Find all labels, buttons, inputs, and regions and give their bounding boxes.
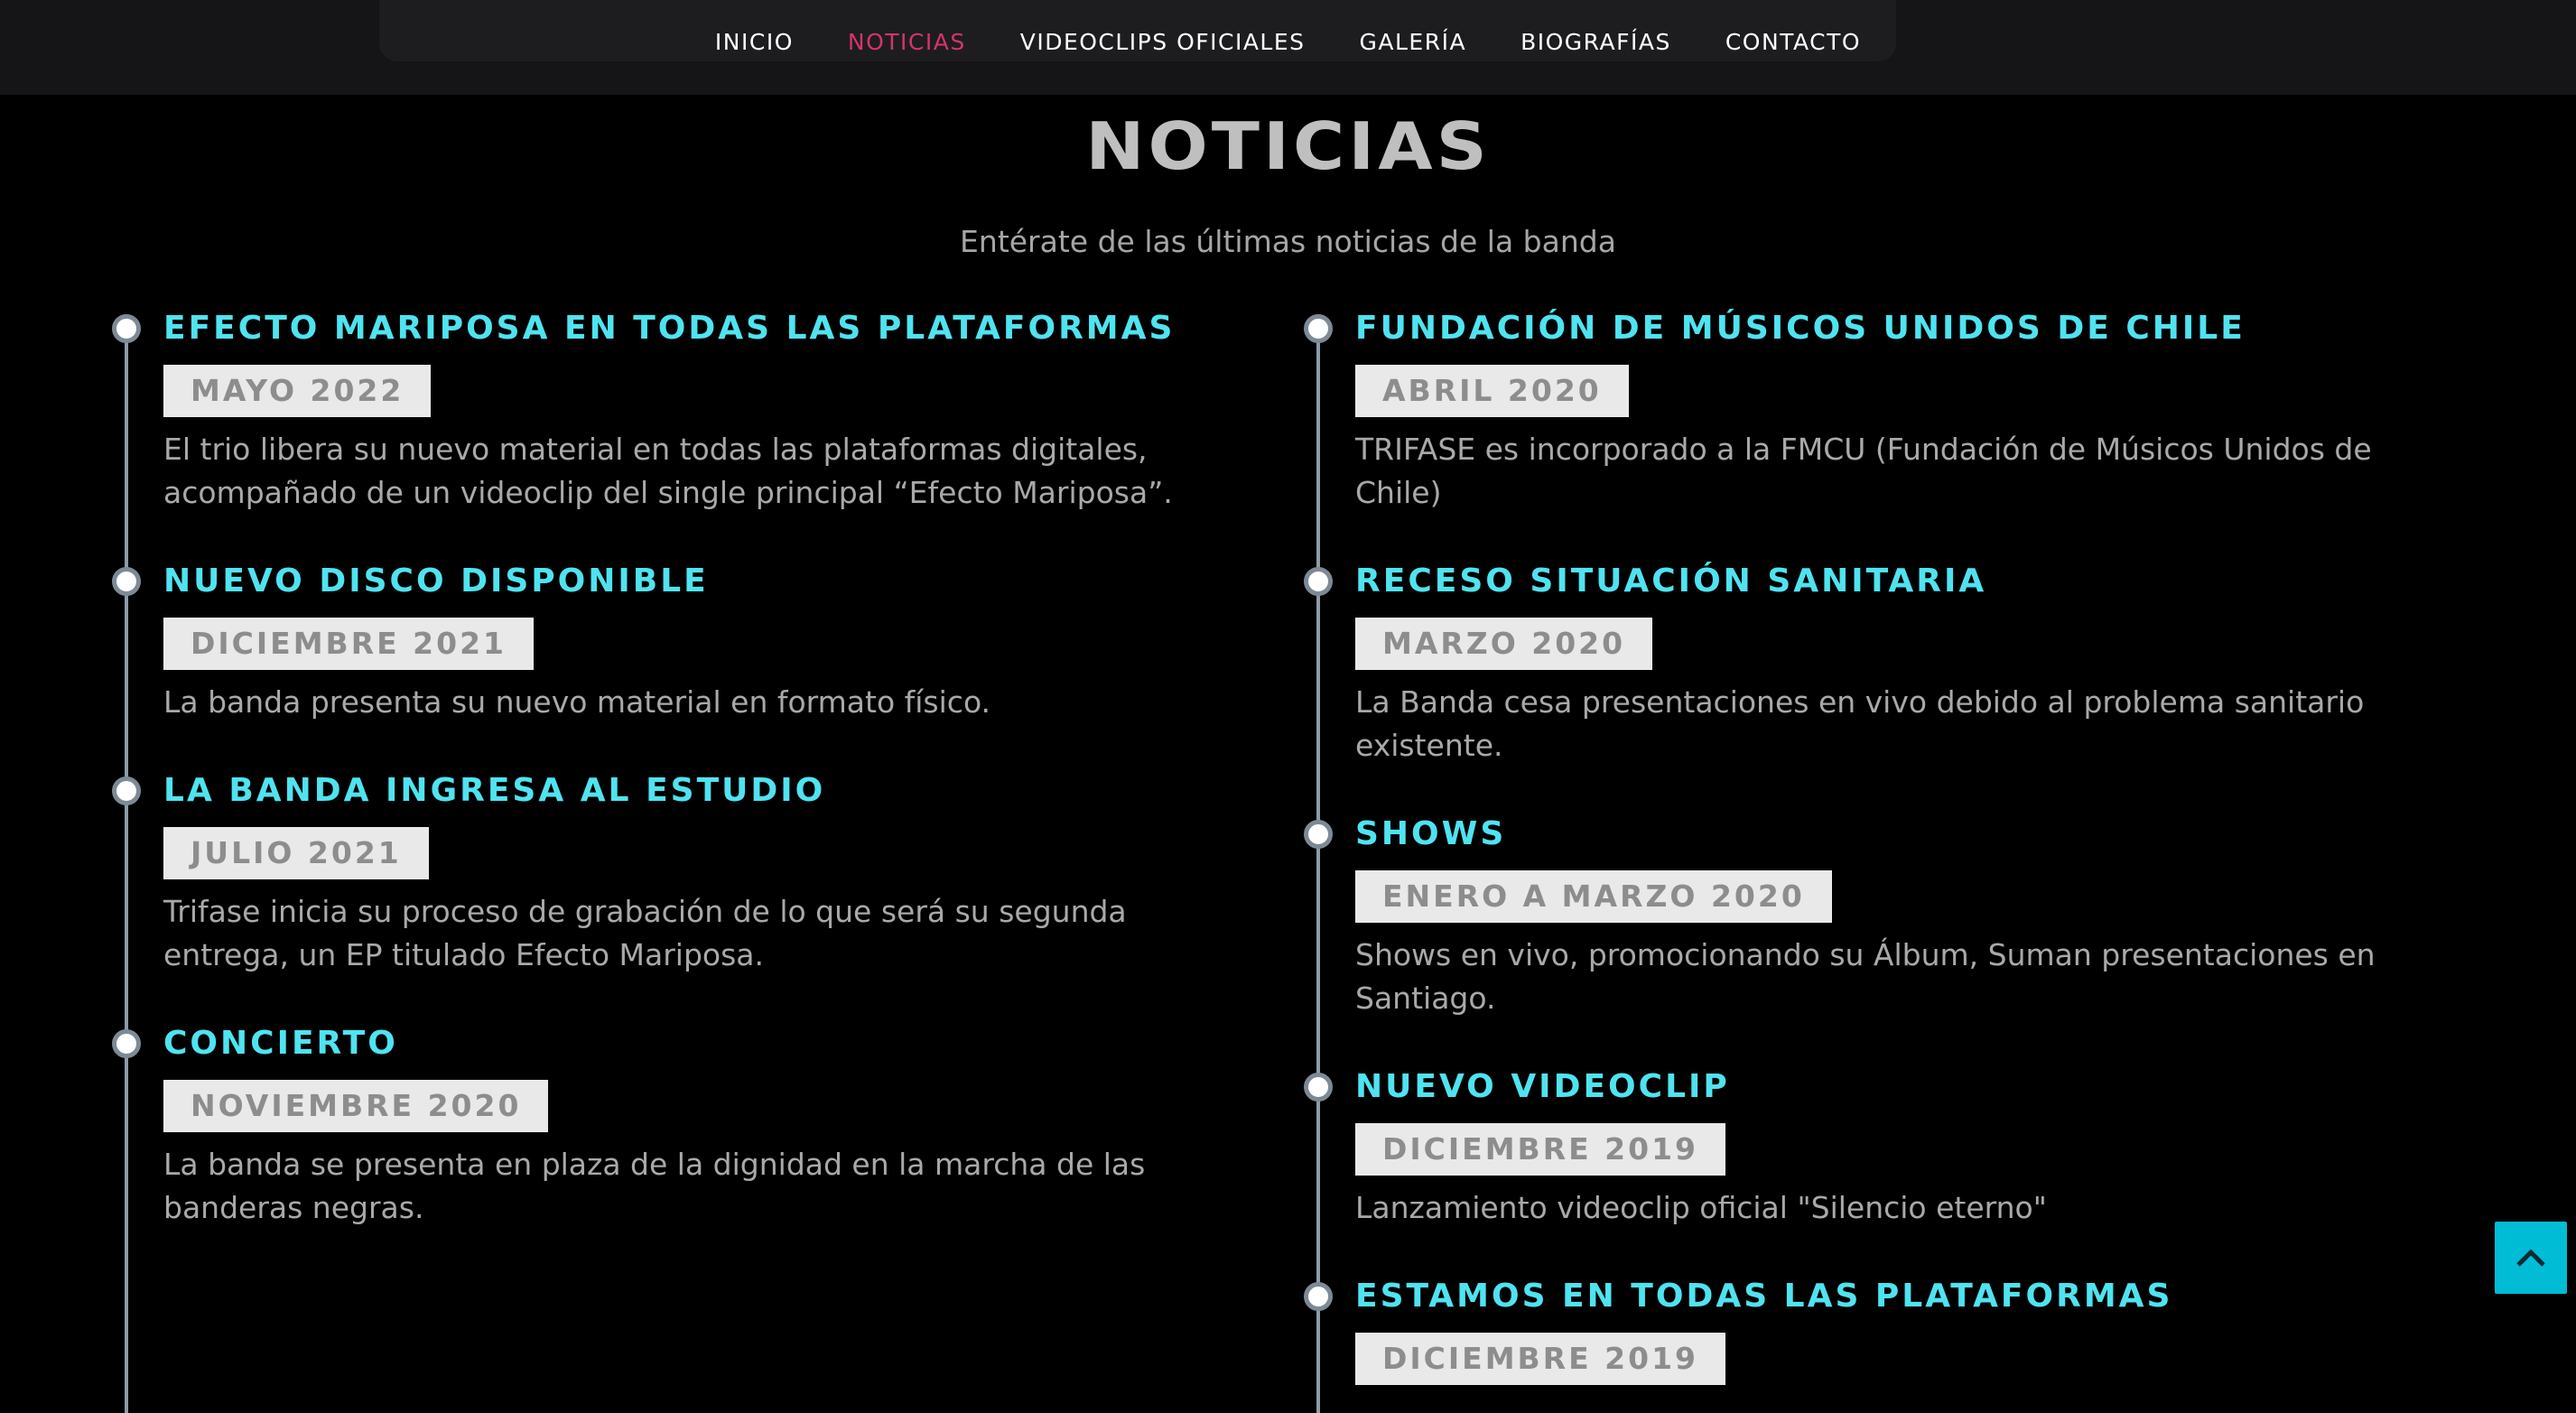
nav-item-noticias[interactable]: NOTICIAS xyxy=(848,29,966,55)
timeline-dot xyxy=(112,314,141,343)
timeline-event: SHOWS ENERO A MARZO 2020 Shows en vivo, … xyxy=(1304,813,2436,1020)
event-title: FUNDACIÓN DE MÚSICOS UNIDOS DE CHILE xyxy=(1355,310,2246,347)
event-text: La banda presenta su nuevo material en f… xyxy=(163,684,991,720)
timeline-dot xyxy=(112,776,141,805)
timeline-dot xyxy=(1304,567,1333,596)
event-date: ENERO A MARZO 2020 xyxy=(1355,870,1832,923)
timeline-event: CONCIERTO NOVIEMBRE 2020 La banda se pre… xyxy=(112,1022,1244,1230)
chevron-up-icon xyxy=(2516,1249,2545,1267)
top-navbar: INICIO NOTICIAS VIDEOCLIPS OFICIALES GAL… xyxy=(0,0,2576,95)
event-text: El trio libera su nuevo material en toda… xyxy=(163,432,1173,510)
timeline-right: FUNDACIÓN DE MÚSICOS UNIDOS DE CHILE ABR… xyxy=(1304,307,2436,1413)
nav-item-inicio[interactable]: INICIO xyxy=(715,29,794,55)
nav-menu: INICIO NOTICIAS VIDEOCLIPS OFICIALES GAL… xyxy=(0,0,2576,83)
event-date: ABRIL 2020 xyxy=(1355,365,1629,417)
event-text: Shows en vivo, promocionando su Álbum, S… xyxy=(1355,937,2376,1016)
event-title: ESTAMOS EN TODAS LAS PLATAFORMAS xyxy=(1355,1278,2173,1315)
timeline-event: NUEVO VIDEOCLIP DICIEMBRE 2019 Lanzamien… xyxy=(1304,1065,2436,1230)
event-title: SHOWS xyxy=(1355,815,1507,852)
nav-item-galeria[interactable]: GALERÍA xyxy=(1360,29,1467,55)
back-to-top-button[interactable] xyxy=(2495,1222,2567,1294)
event-text: Trifase inicia su proceso de grabación d… xyxy=(163,894,1127,972)
event-text: La Banda cesa presentaciones en vivo deb… xyxy=(1355,684,2365,763)
timeline-event: LA BANDA INGRESA AL ESTUDIO JULIO 2021 T… xyxy=(112,769,1244,977)
timeline-event: FUNDACIÓN DE MÚSICOS UNIDOS DE CHILE ABR… xyxy=(1304,307,2436,515)
event-date: DICIEMBRE 2019 xyxy=(1355,1123,1725,1176)
nav-item-biografias[interactable]: BIOGRAFÍAS xyxy=(1520,29,1671,55)
event-date: DICIEMBRE 2019 xyxy=(1355,1333,1725,1385)
event-text: Lanzamiento videoclip oficial "Silencio … xyxy=(1355,1190,2047,1225)
timeline-event: NUEVO DISCO DISPONIBLE DICIEMBRE 2021 La… xyxy=(112,560,1244,724)
timeline-event: ESTAMOS EN TODAS LAS PLATAFORMAS DICIEMB… xyxy=(1304,1275,2436,1385)
section-title: NOTICIAS xyxy=(1085,109,1491,185)
timeline-dot xyxy=(1304,1282,1333,1311)
event-date: DICIEMBRE 2021 xyxy=(163,618,534,670)
timeline-dot xyxy=(112,567,141,596)
timeline-left: EFECTO MARIPOSA EN TODAS LAS PLATAFORMAS… xyxy=(112,307,1244,1413)
timeline-dot xyxy=(112,1029,141,1058)
event-text: TRIFASE es incorporado a la FMCU (Fundac… xyxy=(1355,432,2372,510)
event-title: CONCIERTO xyxy=(163,1025,398,1062)
timeline-event: EFECTO MARIPOSA EN TODAS LAS PLATAFORMAS… xyxy=(112,307,1244,515)
event-title: NUEVO VIDEOCLIP xyxy=(1355,1068,1730,1105)
timeline-dot xyxy=(1304,820,1333,849)
event-title: RECESO SITUACIÓN SANITARIA xyxy=(1355,562,1987,600)
event-title: LA BANDA INGRESA AL ESTUDIO xyxy=(163,772,826,809)
timeline-dot xyxy=(1304,1073,1333,1102)
event-date: MAYO 2022 xyxy=(163,365,432,417)
event-text: La banda se presenta en plaza de la dign… xyxy=(163,1147,1146,1225)
section-subtitle: Entérate de las últimas noticias de la b… xyxy=(960,224,1616,259)
event-title: NUEVO DISCO DISPONIBLE xyxy=(163,562,709,600)
nav-item-videoclips[interactable]: VIDEOCLIPS OFICIALES xyxy=(1020,29,1306,55)
event-title: EFECTO MARIPOSA EN TODAS LAS PLATAFORMAS xyxy=(163,310,1176,347)
timeline-dot xyxy=(1304,314,1333,343)
event-date: MARZO 2020 xyxy=(1355,618,1653,670)
timeline-event: RECESO SITUACIÓN SANITARIA MARZO 2020 La… xyxy=(1304,560,2436,767)
event-date: JULIO 2021 xyxy=(163,827,429,879)
nav-item-contacto[interactable]: CONTACTO xyxy=(1725,29,1861,55)
event-date: NOVIEMBRE 2020 xyxy=(163,1080,549,1132)
